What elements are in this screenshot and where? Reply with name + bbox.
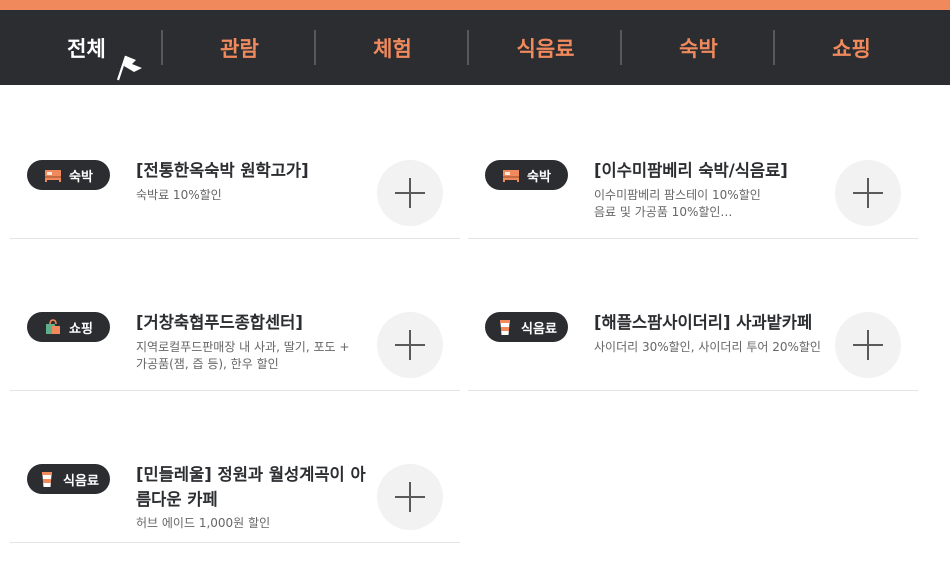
category-label: 숙박 xyxy=(69,169,93,185)
category-nav: 전체 관람 체험 식음료 숙박 쇼핑 xyxy=(0,10,950,85)
list-item: 쇼핑 [거창축협푸드종합센터] 지역로컬푸드판매장 내 사과, 딸기, 포도 +… xyxy=(10,237,460,391)
tab-all[interactable]: 전체 xyxy=(10,10,163,85)
item-description: 사이더리 30%할인, 사이더리 투어 20%할인 xyxy=(594,340,821,354)
item-title[interactable]: [거창축협푸드종합센터] xyxy=(136,310,366,335)
item-title[interactable]: [전통한옥숙박 원학고가] xyxy=(136,158,366,183)
add-button[interactable] xyxy=(377,312,443,378)
category-label: 쇼핑 xyxy=(69,321,93,337)
list-item: 숙박 [전통한옥숙박 원학고가] 숙박료 10%할인 xyxy=(10,85,460,239)
category-badge: 식음료 xyxy=(485,312,568,342)
add-button[interactable] xyxy=(835,312,901,378)
category-badge: 숙박 xyxy=(27,160,110,190)
tab-all-label: 전체 xyxy=(67,36,106,61)
item-description: 지역로컬푸드판매장 내 사과, 딸기, 포도 + 가공품(잼, 즙 등), 한우… xyxy=(136,340,350,371)
benefit-list: 숙박 [전통한옥숙박 원학고가] 숙박료 10%할인 숙박 [이수미팜베리 숙박… xyxy=(0,85,950,588)
item-title[interactable]: [민들레울] 정원과 월성계곡이 아름다운 카페 xyxy=(136,462,366,512)
tab-food-drink-label: 식음료 xyxy=(516,36,575,61)
list-item: 식음료 [해플스팜사이더리] 사과밭카페 사이더리 30%할인, 사이더리 투어… xyxy=(468,237,918,391)
tab-shopping-label: 쇼핑 xyxy=(832,36,871,61)
bed-icon xyxy=(45,170,62,182)
list-item: 식음료 [민들레울] 정원과 월성계곡이 아름다운 카페 허브 에이드 1,00… xyxy=(10,389,460,543)
divider xyxy=(10,542,460,543)
category-label: 숙박 xyxy=(527,169,551,185)
tab-experience[interactable]: 체험 xyxy=(316,10,469,85)
item-description: 이수미팜베리 팜스테이 10%할인 음료 및 가공품 10%할인… xyxy=(594,188,761,219)
add-button[interactable] xyxy=(377,160,443,226)
add-button[interactable] xyxy=(377,464,443,530)
category-badge: 식음료 xyxy=(27,464,110,494)
flag-icon xyxy=(116,55,142,81)
item-description: 숙박료 10%할인 xyxy=(136,188,222,202)
drink-cup-icon xyxy=(500,320,511,335)
list-item: 숙박 [이수미팜베리 숙박/식음료] 이수미팜베리 팜스테이 10%할인 음료 … xyxy=(468,85,918,239)
top-accent-stripe xyxy=(0,0,950,10)
item-title[interactable]: [이수미팜베리 숙박/식음료] xyxy=(594,158,824,183)
category-label: 식음료 xyxy=(521,321,557,337)
divider xyxy=(468,390,918,391)
category-badge: 숙박 xyxy=(485,160,568,190)
item-description: 허브 에이드 1,000원 할인 xyxy=(136,516,271,530)
category-badge: 쇼핑 xyxy=(27,312,110,342)
tab-viewing-label: 관람 xyxy=(220,36,259,61)
shopping-bag-icon xyxy=(46,319,61,334)
bed-icon xyxy=(503,170,520,182)
drink-cup-icon xyxy=(42,472,53,487)
tab-shopping[interactable]: 쇼핑 xyxy=(775,10,928,85)
tab-food-drink[interactable]: 식음료 xyxy=(469,10,622,85)
tab-experience-label: 체험 xyxy=(373,36,412,61)
category-label: 식음료 xyxy=(63,473,99,489)
tab-viewing[interactable]: 관람 xyxy=(163,10,316,85)
add-button[interactable] xyxy=(835,160,901,226)
item-title[interactable]: [해플스팜사이더리] 사과밭카페 xyxy=(594,310,824,335)
tab-lodging[interactable]: 숙박 xyxy=(622,10,775,85)
tab-lodging-label: 숙박 xyxy=(679,36,718,61)
